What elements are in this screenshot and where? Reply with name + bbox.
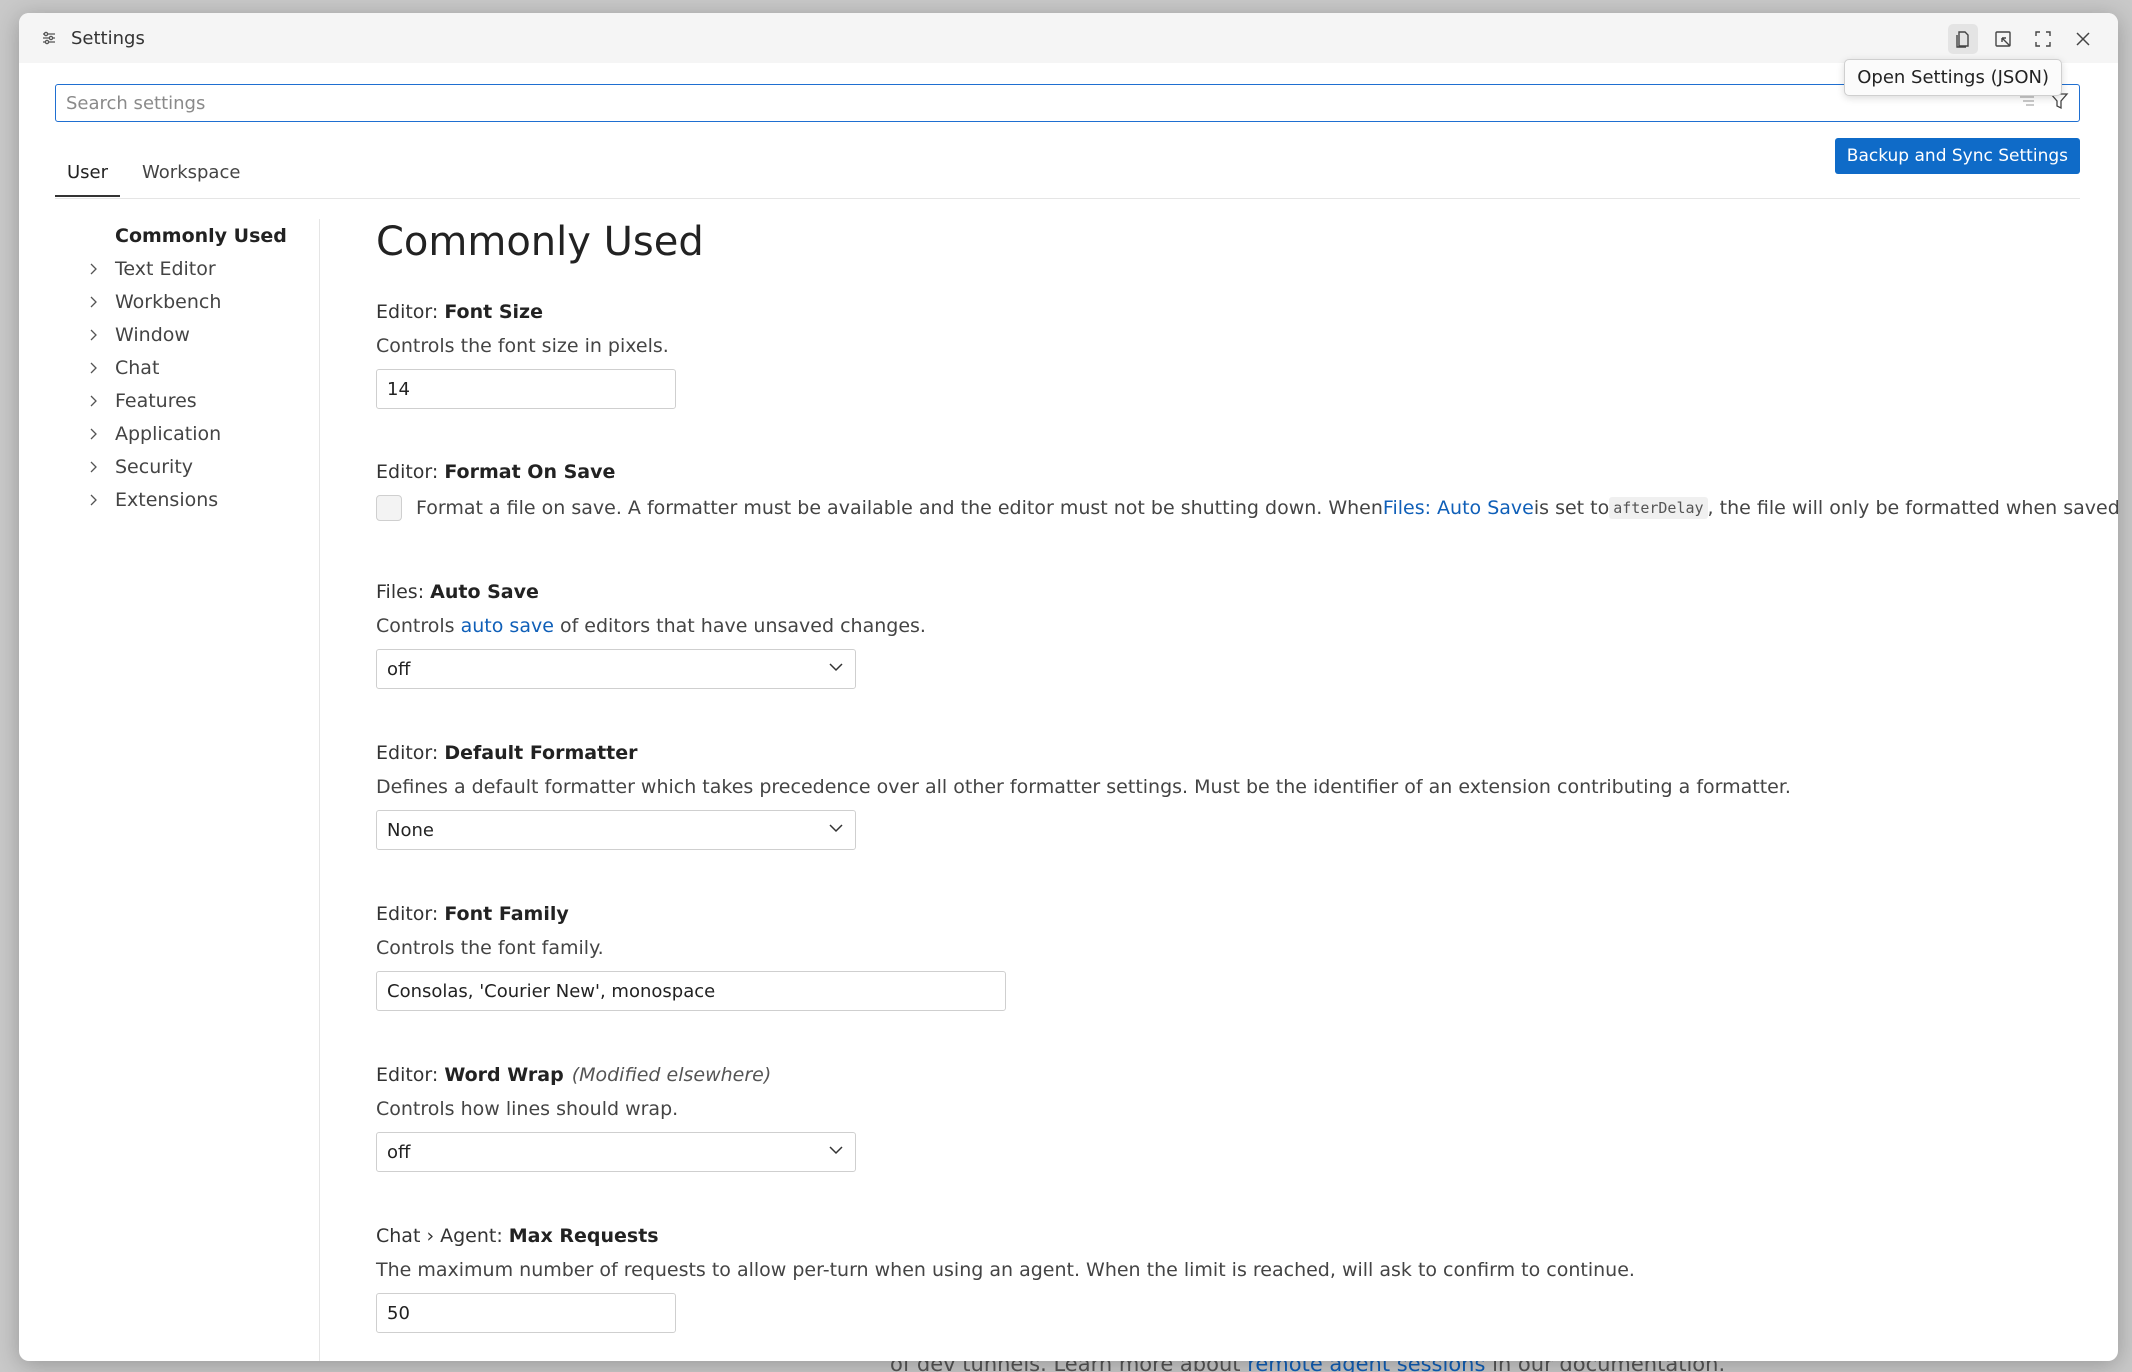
setting-description: Controls auto save of editors that have …	[376, 615, 926, 637]
toc-label: Commonly Used	[115, 224, 287, 247]
maximize-icon	[2035, 31, 2051, 47]
setting-title: Files: Auto Save	[376, 581, 539, 603]
setting-title: Editor: Format On Save	[376, 461, 616, 483]
toc-label: Chat	[115, 356, 160, 379]
setting-description: Controls the font size in pixels.	[376, 335, 669, 357]
search-box	[55, 84, 2080, 122]
chevron-right-icon	[85, 260, 103, 278]
toc-item-chat[interactable]: Chat	[85, 351, 335, 384]
settings-tabs: User Workspace	[55, 153, 252, 197]
open-settings-json-button[interactable]	[1948, 24, 1978, 54]
max-requests-input[interactable]: 50	[376, 1293, 676, 1333]
settings-sliders-icon	[39, 28, 59, 48]
search-input[interactable]	[66, 92, 2017, 114]
toc-item-security[interactable]: Security	[85, 450, 335, 483]
toc-item-window[interactable]: Window	[85, 318, 335, 351]
setting-title: Editor: Default Formatter	[376, 742, 638, 764]
chevron-right-icon	[85, 392, 103, 410]
word-wrap-select[interactable]: off	[376, 1132, 856, 1172]
toc-divider	[319, 219, 320, 1361]
setting-title: Chat › Agent: Max Requests	[376, 1225, 659, 1247]
toc-item-application[interactable]: Application	[85, 417, 335, 450]
chevron-right-icon	[85, 326, 103, 344]
close-button[interactable]	[2068, 24, 2098, 54]
setting-description: Controls the font family.	[376, 937, 604, 959]
maximize-button[interactable]	[2028, 24, 2058, 54]
setting-word-wrap: Editor: Word Wrap (Modified elsewhere) Co…	[376, 1064, 856, 1172]
modified-elsewhere-label[interactable]: (Modified elsewhere)	[572, 1064, 772, 1086]
title-actions	[1948, 24, 2098, 54]
open-json-icon	[1956, 31, 1969, 48]
toc-item-commonly-used[interactable]: Commonly Used	[85, 219, 335, 252]
chevron-right-icon	[85, 458, 103, 476]
setting-font-size: Editor: Font Size Controls the font size…	[376, 301, 676, 409]
chevron-right-icon	[85, 425, 103, 443]
toc-label: Application	[115, 422, 222, 445]
page-title: Commonly Used	[376, 219, 704, 265]
toc-item-text-editor[interactable]: Text Editor	[85, 252, 335, 285]
tab-user[interactable]: User	[55, 153, 121, 197]
setting-description: The maximum number of requests to allow …	[376, 1259, 1635, 1281]
tab-workspace[interactable]: Workspace	[130, 153, 252, 197]
toc-item-features[interactable]: Features	[85, 384, 335, 417]
setting-description: Format a file on save. A formatter must …	[376, 495, 2118, 521]
toc-label: Extensions	[115, 488, 219, 511]
settings-dialog: Settings Open Settings (JSON) Search set…	[19, 13, 2118, 1361]
auto-save-select[interactable]: off	[376, 649, 856, 689]
tabs-divider	[55, 198, 2080, 199]
chevron-right-icon	[85, 293, 103, 311]
toc-item-workbench[interactable]: Workbench	[85, 285, 335, 318]
window-title: Settings	[71, 27, 145, 49]
chevron-down-icon	[827, 819, 845, 842]
close-icon	[2076, 32, 2090, 46]
toc-label: Window	[115, 323, 190, 346]
toc-label: Features	[115, 389, 197, 412]
setting-format-on-save: Editor: Format On Save Format a file on …	[376, 461, 2118, 533]
tooltip: Open Settings (JSON)	[1844, 59, 2062, 96]
chevron-right-icon	[85, 359, 103, 377]
auto-save-link[interactable]: auto save	[461, 615, 554, 637]
chevron-down-icon	[827, 1141, 845, 1164]
chevron-right-icon	[85, 491, 103, 509]
open-in-editor-icon	[1995, 31, 2011, 47]
settings-content: Commonly Used Editor: Font Size Controls…	[376, 219, 2118, 1333]
setting-default-formatter: Editor: Default Formatter Defines a defa…	[376, 742, 1791, 850]
backup-sync-button[interactable]: Backup and Sync Settings	[1834, 138, 2080, 174]
open-in-editor-button[interactable]	[1988, 24, 2018, 54]
settings-toc: Commonly Used Text Editor Workbench Wind…	[85, 219, 335, 516]
setting-max-requests: Chat › Agent: Max Requests The maximum n…	[376, 1225, 1635, 1333]
setting-font-family: Editor: Font Family Controls the font fa…	[376, 903, 1006, 1011]
code-after-delay: afterDelay	[1609, 497, 1708, 519]
setting-auto-save: Files: Auto Save Controls auto save of e…	[376, 581, 926, 689]
chevron-down-icon	[827, 658, 845, 681]
toc-label: Security	[115, 455, 194, 478]
default-formatter-select[interactable]: None	[376, 810, 856, 850]
title-bar: Settings	[19, 13, 2118, 63]
setting-description: Controls how lines should wrap.	[376, 1098, 679, 1120]
font-family-input[interactable]: Consolas, 'Courier New', monospace	[376, 971, 1006, 1011]
files-auto-save-link[interactable]: Files: Auto Save	[1383, 497, 1534, 519]
format-on-save-checkbox[interactable]	[376, 495, 402, 521]
setting-description: Defines a default formatter which takes …	[376, 776, 1791, 798]
toc-item-extensions[interactable]: Extensions	[85, 483, 335, 516]
setting-title: Editor: Word Wrap (Modified elsewhere)	[376, 1064, 772, 1086]
toc-label: Workbench	[115, 290, 222, 313]
toc-label: Text Editor	[115, 257, 216, 280]
setting-title: Editor: Font Size	[376, 301, 543, 323]
font-size-input[interactable]: 14	[376, 369, 676, 409]
setting-title: Editor: Font Family	[376, 903, 569, 925]
